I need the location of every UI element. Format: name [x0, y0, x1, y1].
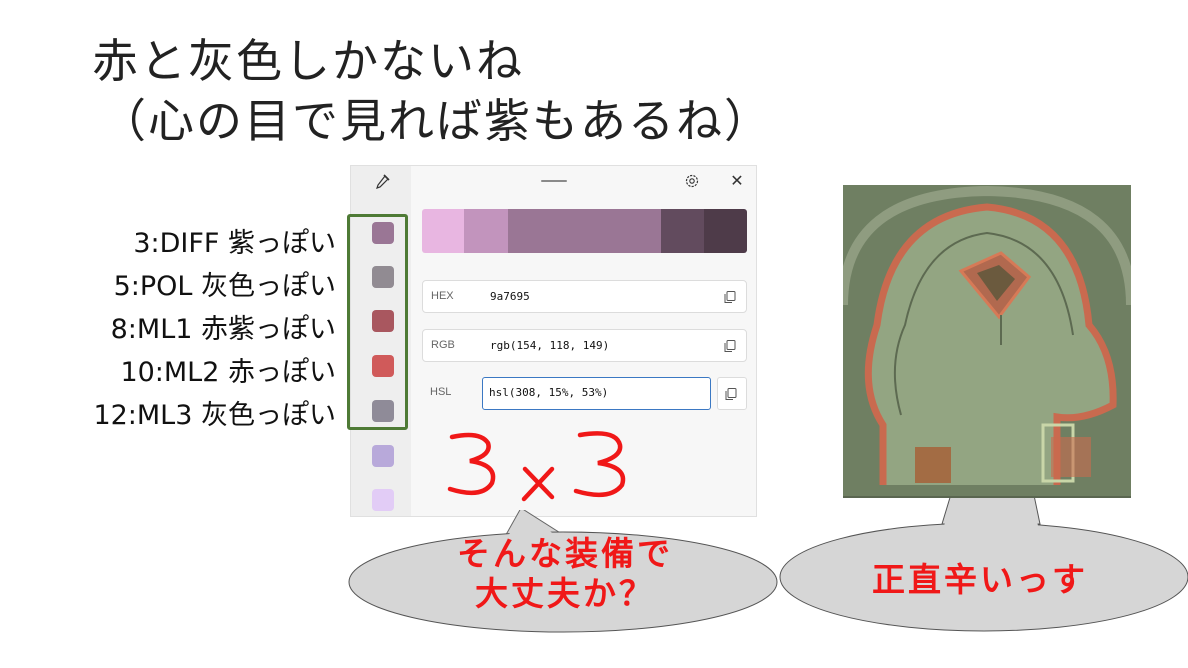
- hsl-value[interactable]: hsl(308, 15%, 53%): [489, 386, 608, 399]
- gear-icon[interactable]: [683, 172, 701, 190]
- bubble-left-line1: そんな装備で: [457, 534, 673, 573]
- chip-layout-photo: [843, 185, 1131, 498]
- close-icon[interactable]: ✕: [728, 171, 746, 191]
- shade-swatch[interactable]: [464, 209, 508, 253]
- bubble-left-text: そんな装備で 大丈夫か？: [415, 534, 715, 614]
- hsl-label: HSL: [430, 386, 452, 398]
- layer-labels: 3:DIFF 紫っぽい 5:POL 灰色っぽい 8:ML1 赤紫っぽい 10:M…: [93, 222, 336, 437]
- history-swatch[interactable]: [372, 445, 394, 467]
- shade-swatch[interactable]: [704, 209, 747, 253]
- hex-field: HEX 9a7695: [422, 280, 747, 313]
- rgb-field: RGB rgb(154, 118, 149): [422, 329, 747, 362]
- history-swatch[interactable]: [372, 489, 394, 511]
- bubble-left-line2: 大丈夫か？: [475, 574, 655, 613]
- shade-swatch[interactable]: [422, 209, 464, 253]
- rgb-label: RGB: [431, 339, 455, 351]
- shade-swatch[interactable]: [661, 209, 704, 253]
- layer-label-ml3: 12:ML3 灰色っぽい: [93, 400, 336, 431]
- bubble-right-text: 正直辛いっす: [872, 560, 1088, 599]
- rgb-value[interactable]: rgb(154, 118, 149): [490, 339, 609, 352]
- swatch-highlight-frame: [347, 214, 408, 430]
- layer-label-ml2: 10:ML2 赤っぽい: [120, 357, 336, 388]
- layer-label-diff: 3:DIFF 紫っぽい: [133, 228, 336, 259]
- shade-gradient-bar: [422, 209, 747, 253]
- slide-title: 赤と灰色しかないね: [92, 34, 524, 88]
- layer-label-pol: 5:POL 灰色っぽい: [113, 271, 336, 302]
- copy-icon[interactable]: [724, 387, 738, 401]
- handwritten-3x3-note: [447, 431, 626, 502]
- slide-subtitle: （心の目で見れば紫もあるね）: [100, 94, 772, 148]
- drag-handle-icon[interactable]: [541, 180, 567, 182]
- copy-button[interactable]: [717, 377, 747, 410]
- copy-icon[interactable]: [723, 339, 737, 353]
- copy-icon[interactable]: [723, 290, 737, 304]
- hex-label: HEX: [431, 290, 454, 302]
- hsl-input[interactable]: hsl(308, 15%, 53%): [482, 377, 711, 410]
- hex-value[interactable]: 9a7695: [490, 290, 530, 303]
- hsl-field: HSL hsl(308, 15%, 53%): [422, 377, 747, 410]
- layer-label-ml1: 8:ML1 赤紫っぽい: [110, 314, 336, 345]
- eyedropper-icon[interactable]: [373, 173, 391, 191]
- shade-swatch-current[interactable]: [508, 209, 661, 253]
